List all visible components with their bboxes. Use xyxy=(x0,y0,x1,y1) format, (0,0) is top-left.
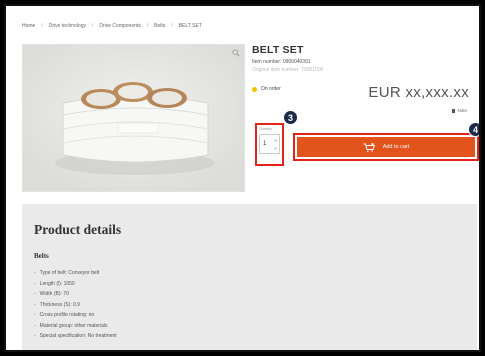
product-details-panel: Product details Belts Type of belt: Conv… xyxy=(22,204,477,350)
belt-set-photo xyxy=(23,45,244,191)
list-item: Material group: other materials xyxy=(34,321,465,332)
breadcrumb: Home / Drive technology / Drive Componen… xyxy=(22,20,202,32)
product-image[interactable] xyxy=(22,44,245,192)
decrement-button[interactable]: ˅ xyxy=(274,146,276,151)
zoom-icon[interactable] xyxy=(232,49,240,57)
availability-status: On order xyxy=(252,86,281,92)
breadcrumb-separator: / xyxy=(171,23,173,29)
step-badge-3: 3 xyxy=(283,110,298,125)
availability-label: On order xyxy=(261,86,281,92)
breadcrumb-current: BELT SET xyxy=(178,23,202,29)
quantity-value: 1 xyxy=(263,141,267,147)
breadcrumb-drive-components[interactable]: Drive Components xyxy=(99,23,140,29)
belts-section-heading: Belts xyxy=(34,252,49,260)
list-item: Thickness (S): 0.9 xyxy=(34,300,465,311)
list-item: Length (l): 1050 xyxy=(34,279,465,290)
list-item: Cross profile rotating: no xyxy=(34,310,465,321)
list-item: Special specification: No treatment xyxy=(34,331,465,342)
add-to-cart-button[interactable]: Add to cart xyxy=(297,137,475,157)
cart-icon xyxy=(363,142,375,152)
item-number: Item number: 0900040391 xyxy=(252,59,311,65)
breadcrumb-separator: / xyxy=(41,23,43,29)
original-item-number: Original item number: 79001000 xyxy=(252,67,324,73)
breadcrumb-home[interactable]: Home xyxy=(22,23,35,29)
list-item: Type of belt: Conveyor belt xyxy=(34,268,465,279)
list-item: Width (B): 70 xyxy=(34,289,465,300)
spec-list: Type of belt: Conveyor belt Length (l): … xyxy=(34,268,465,342)
quantity-label: Quantity xyxy=(259,127,273,131)
product-title: BELT SET xyxy=(252,44,304,56)
price-note-label: Note xyxy=(457,108,467,113)
step-badge-4: 4 xyxy=(468,122,479,137)
product-page: Home / Drive technology / Drive Componen… xyxy=(4,4,481,352)
product-details-title: Product details xyxy=(34,222,122,237)
increment-button[interactable]: ˄ xyxy=(274,138,276,143)
breadcrumb-separator: / xyxy=(91,23,94,29)
add-to-cart-label: Add to cart xyxy=(382,144,410,150)
breadcrumb-drive-technology[interactable]: Drive technology xyxy=(49,23,86,29)
status-dot-icon xyxy=(252,86,257,92)
breadcrumb-separator: / xyxy=(146,23,149,29)
price-note[interactable]: Note xyxy=(452,108,467,113)
quantity-stepper[interactable]: ˄ ˅ xyxy=(272,136,279,152)
breadcrumb-belts[interactable]: Belts xyxy=(154,23,165,29)
product-price: EUR xx,xxx.xx xyxy=(368,84,469,101)
info-icon xyxy=(452,108,456,113)
